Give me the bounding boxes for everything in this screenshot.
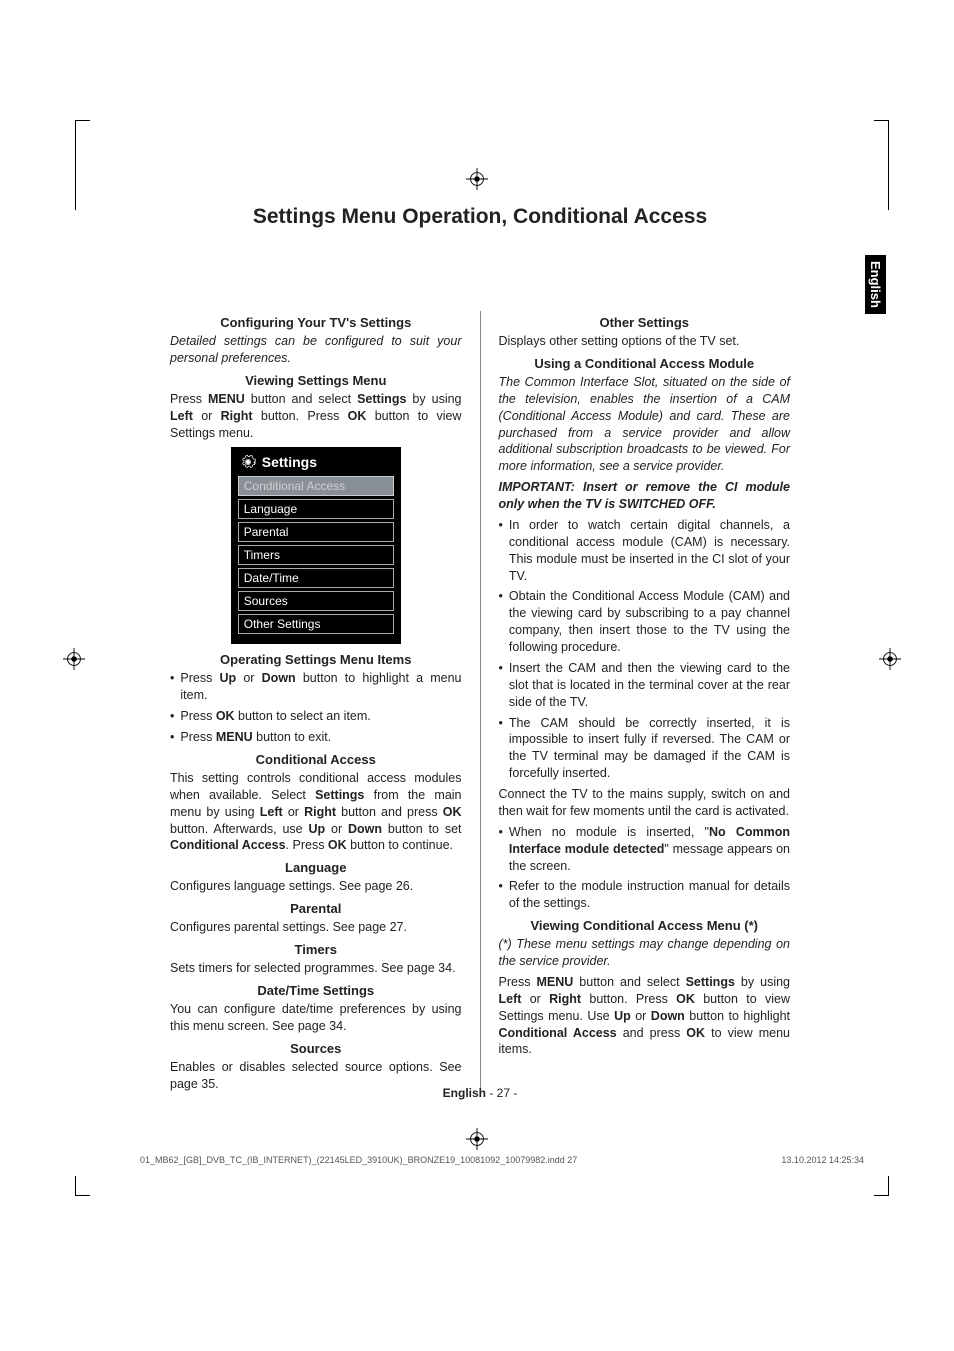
cam-bullet-2: •Obtain the Conditional Access Module (C… — [499, 588, 791, 656]
right-column: Other Settings Displays other setting op… — [499, 309, 791, 1096]
view-ca-instructions: Press MENU button and select Settings by… — [499, 974, 791, 1058]
heading-view-ca-menu: Viewing Conditional Access Menu (*) — [499, 918, 791, 933]
heading-datetime: Date/Time Settings — [170, 983, 462, 998]
crop-mark — [874, 120, 889, 210]
timers-text: Sets timers for selected programmes. See… — [170, 960, 462, 977]
heading-parental: Parental — [170, 901, 462, 916]
key-left: Left — [170, 409, 193, 423]
left-column: Configuring Your TV's Settings Detailed … — [170, 309, 462, 1096]
print-metadata: 01_MB62_[GB]_DVB_TC_(IB_INTERNET)_(22145… — [140, 1155, 864, 1165]
bullet-exit: •Press MENU button to exit. — [170, 729, 462, 746]
cam-bullet-6: •Refer to the module instruction manual … — [499, 878, 791, 912]
conditional-access-text: This setting controls conditional access… — [170, 770, 462, 854]
key-menu: MENU — [208, 392, 245, 406]
menu-item-conditional-access: Conditional Access — [238, 476, 394, 496]
cam-bullet-1: •In order to watch certain digital chann… — [499, 517, 791, 585]
menu-item-other: Other Settings — [238, 614, 394, 634]
text: Press — [170, 392, 208, 406]
heading-other-settings: Other Settings — [499, 315, 791, 330]
settings-menu-items: Conditional Access Language Parental Tim… — [234, 476, 398, 641]
text: button and select — [245, 392, 357, 406]
cam-important: IMPORTANT: Insert or remove the CI modul… — [499, 479, 791, 513]
page-content: Settings Menu Operation, Conditional Acc… — [170, 205, 790, 1096]
intro-text: Detailed settings can be configured to s… — [170, 333, 462, 367]
heading-conditional-access: Conditional Access — [170, 752, 462, 767]
bullet-select: •Press OK button to select an item. — [170, 708, 462, 725]
menu-item-sources: Sources — [238, 591, 394, 611]
cam-bullet-3: •Insert the CAM and then the viewing car… — [499, 660, 791, 711]
heading-viewing-menu: Viewing Settings Menu — [170, 373, 462, 388]
gear-icon — [240, 454, 256, 470]
cam-connect: Connect the TV to the mains supply, swit… — [499, 786, 791, 820]
settings-menu-screenshot: Settings Conditional Access Language Par… — [231, 447, 401, 644]
key-settings: Settings — [357, 392, 406, 406]
settings-menu-title: Settings — [234, 450, 398, 476]
column-divider — [480, 311, 481, 1096]
menu-item-timers: Timers — [238, 545, 394, 565]
heading-language: Language — [170, 860, 462, 875]
crop-mark — [874, 1176, 889, 1196]
footer-language: English — [443, 1086, 486, 1100]
crop-mark — [75, 120, 90, 210]
viewing-instructions: Press MENU button and select Settings by… — [170, 391, 462, 442]
bullet-highlight: •Press Up or Down button to highlight a … — [170, 670, 462, 704]
cam-bullet-4: •The CAM should be correctly inserted, i… — [499, 715, 791, 783]
heading-using-cam: Using a Conditional Access Module — [499, 356, 791, 371]
key-right: Right — [221, 409, 253, 423]
registration-mark-icon — [466, 1128, 488, 1150]
menu-item-datetime: Date/Time — [238, 568, 394, 588]
print-filename: 01_MB62_[GB]_DVB_TC_(IB_INTERNET)_(22145… — [140, 1155, 577, 1165]
registration-mark-icon — [466, 168, 488, 190]
cam-intro: The Common Interface Slot, situated on t… — [499, 374, 791, 475]
menu-item-parental: Parental — [238, 522, 394, 542]
heading-sources: Sources — [170, 1041, 462, 1056]
crop-mark — [75, 1176, 90, 1196]
text: or — [193, 409, 221, 423]
language-text: Configures language settings. See page 2… — [170, 878, 462, 895]
heading-timers: Timers — [170, 942, 462, 957]
view-ca-note: (*) These menu settings may change depen… — [499, 936, 791, 970]
print-timestamp: 13.10.2012 14:25:34 — [781, 1155, 864, 1165]
page-footer: English - 27 - — [170, 1086, 790, 1100]
registration-mark-icon — [63, 648, 85, 670]
settings-menu-title-text: Settings — [262, 454, 317, 470]
menu-item-language: Language — [238, 499, 394, 519]
datetime-text: You can configure date/time preferences … — [170, 1001, 462, 1035]
language-tab: English — [865, 255, 886, 314]
page-title: Settings Menu Operation, Conditional Acc… — [170, 205, 790, 229]
key-ok: OK — [348, 409, 367, 423]
footer-page-number: - 27 - — [486, 1086, 517, 1100]
heading-operating: Operating Settings Menu Items — [170, 652, 462, 667]
other-settings-text: Displays other setting options of the TV… — [499, 333, 791, 350]
two-column-layout: Configuring Your TV's Settings Detailed … — [170, 309, 790, 1096]
parental-text: Configures parental settings. See page 2… — [170, 919, 462, 936]
heading-configuring: Configuring Your TV's Settings — [170, 315, 462, 330]
text: by using — [406, 392, 461, 406]
registration-mark-icon — [879, 648, 901, 670]
text: button. Press — [253, 409, 348, 423]
cam-bullet-5: •When no module is inserted, "No Common … — [499, 824, 791, 875]
